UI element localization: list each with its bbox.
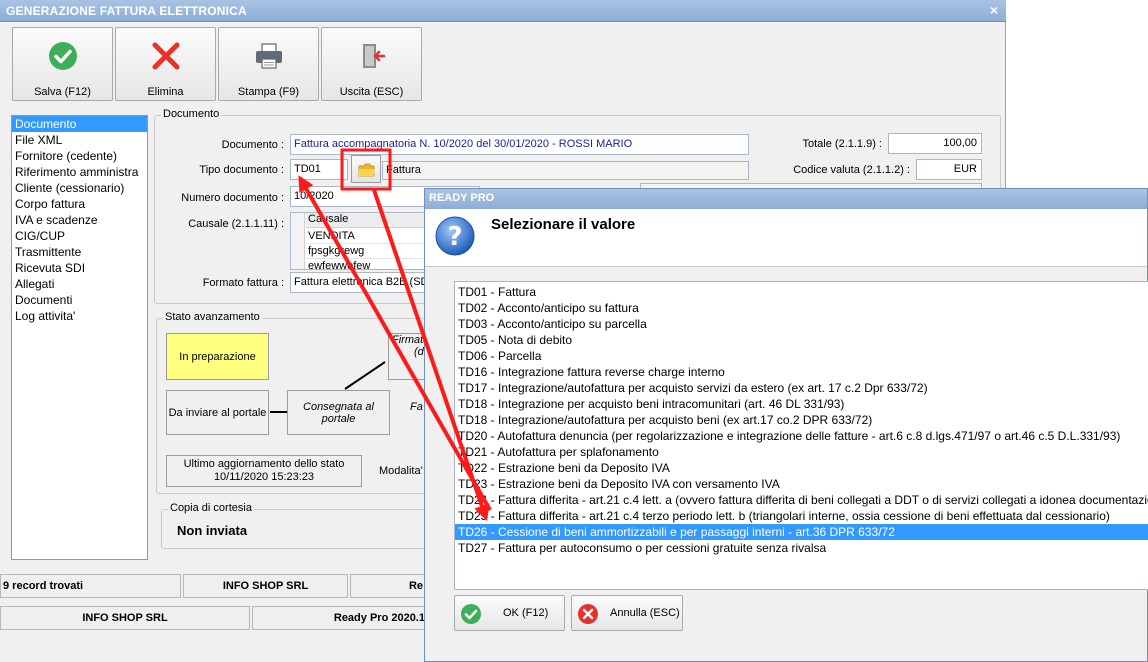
company-cell-2: INFO SHOP SRL <box>0 606 250 630</box>
ultimo-aggiornamento-value: 10/11/2020 15:23:23 <box>213 471 315 483</box>
status-in-preparazione: In preparazione <box>166 333 269 380</box>
status-firmata: Firmata (d <box>388 333 429 380</box>
question-icon: ? <box>435 216 475 256</box>
re-cell: Re <box>350 574 430 598</box>
modalita-label: Modalita' <box>379 465 423 477</box>
value-list-item[interactable]: TD16 - Integrazione fattura reverse char… <box>455 364 1148 380</box>
cancel-label: Annulla (ESC) <box>610 607 680 619</box>
dialog-heading: Selezionare il valore <box>491 216 636 233</box>
value-list-item[interactable]: TD26 - Cessione di beni ammortizzabili e… <box>455 524 1148 540</box>
company-cell-1: INFO SHOP SRL <box>183 574 348 598</box>
totale-field[interactable]: 100,00 <box>888 133 982 154</box>
ok-button[interactable]: OK (F12) <box>454 595 565 631</box>
value-list[interactable]: TD01 - Fattura TD02 - Acconto/anticipo su… <box>454 281 1148 590</box>
value-list-item[interactable]: TD27 - Fattura per autoconsumo o per ces… <box>455 540 1148 556</box>
value-list-item[interactable]: TD22 - Estrazione beni da Deposito IVA <box>455 460 1148 476</box>
value-list-item[interactable]: TD05 - Nota di debito <box>455 332 1148 348</box>
select-value-dialog: READY PRO ? Selezionare il valore TD01 -… <box>424 188 1148 662</box>
value-list-item[interactable]: TD03 - Acconto/anticipo su parcella <box>455 316 1148 332</box>
status-fa-partial: Fa <box>410 401 423 413</box>
status-consegnata: Consegnata al portale <box>287 390 390 435</box>
status-firmata-text2: (d <box>414 346 424 358</box>
value-list-item[interactable]: TD18 - Integrazione per acquisto beni in… <box>455 396 1148 412</box>
value-list-item[interactable]: TD21 - Autofattura per splafonamento <box>455 444 1148 460</box>
status-da-inviare: Da inviare al portale <box>166 390 269 435</box>
value-list-item[interactable]: TD20 - Autofattura denuncia (per regolar… <box>455 428 1148 444</box>
codice-valuta-field[interactable]: EUR <box>916 159 982 180</box>
svg-text:?: ? <box>447 222 462 252</box>
codice-valuta-label: Codice valuta (2.1.1.2) : <box>793 164 910 176</box>
cortesia-group-title: Copia di cortesia <box>168 502 254 514</box>
ok-label: OK (F12) <box>503 607 549 619</box>
check-circle-icon <box>461 604 481 624</box>
dialog-titlebar: READY PRO <box>425 189 1147 209</box>
dialog-title: READY PRO <box>429 192 495 204</box>
value-list-item[interactable]: TD24 - Fattura differita - art.21 c.4 le… <box>455 492 1148 508</box>
cancel-button[interactable]: Annulla (ESC) <box>571 595 683 631</box>
value-list-item[interactable]: TD01 - Fattura <box>455 284 1148 300</box>
version-cell: Ready Pro 2020.1 <box>252 606 430 630</box>
value-list-item[interactable]: TD18 - Integrazione/autofattura per acqu… <box>455 412 1148 428</box>
records-found: 9 record trovati <box>0 574 181 598</box>
ultimo-aggiornamento-box: Ultimo aggiornamento dello stato 10/11/2… <box>166 455 362 487</box>
value-list-item[interactable]: TD17 - Integrazione/autofattura per acqu… <box>455 380 1148 396</box>
value-list-item[interactable]: TD23 - Estrazione beni da Deposito IVA c… <box>455 476 1148 492</box>
ultimo-aggiornamento-label: Ultimo aggiornamento dello stato <box>183 458 345 470</box>
cancel-circle-icon <box>578 604 598 624</box>
close-icon[interactable]: × <box>990 2 998 18</box>
value-list-item[interactable]: TD25 - Fattura differita - art.21 c.4 te… <box>455 508 1148 524</box>
dialog-header: ? Selezionare il valore <box>425 209 1147 267</box>
cortesia-value: Non inviata <box>177 523 248 538</box>
value-list-item[interactable]: TD06 - Parcella <box>455 348 1148 364</box>
value-list-item[interactable]: TD02 - Acconto/anticipo su fattura <box>455 300 1148 316</box>
totale-label: Totale (2.1.1.9) : <box>802 138 883 150</box>
